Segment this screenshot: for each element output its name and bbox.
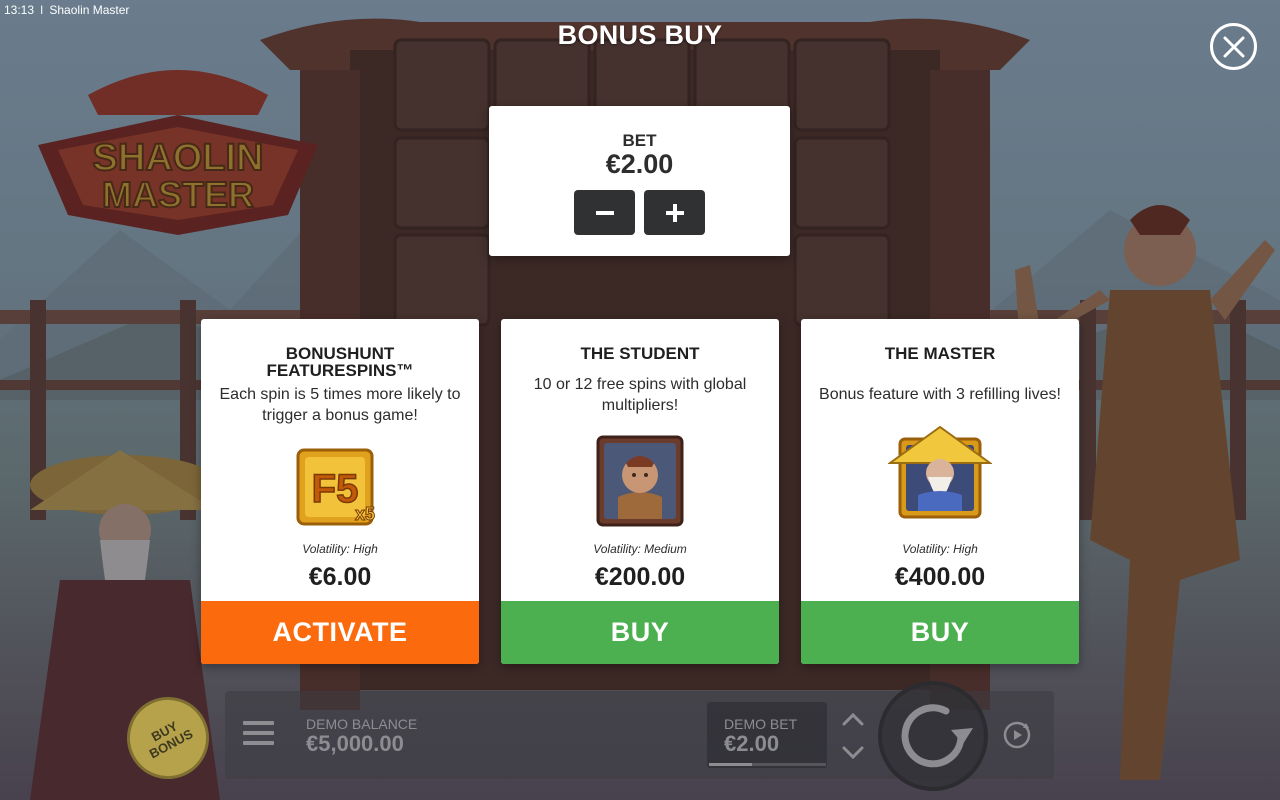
plus-icon: [665, 203, 684, 222]
card-title: THE STUDENT: [580, 344, 700, 363]
card-volatility: Volatility: High: [902, 542, 978, 556]
minus-icon: [595, 210, 614, 215]
bet-level-bar: [709, 763, 826, 766]
card-description: Bonus feature with 3 refilling lives!: [819, 386, 1061, 403]
card-title: THE MASTER: [884, 344, 996, 363]
spin-icon: [901, 704, 973, 768]
autoplay-icon[interactable]: [1000, 718, 1034, 752]
activate-button[interactable]: ACTIVATE: [201, 601, 479, 664]
card-price: €400.00: [894, 563, 986, 591]
status-bar: 13:13 I Shaolin Master: [4, 3, 129, 17]
bet-up-down-icon[interactable]: [840, 710, 866, 762]
bet-label: BET: [622, 131, 657, 150]
clock: 13:13: [4, 3, 35, 17]
card-price: €6.00: [308, 563, 372, 591]
f5-x5-icon: F5 x5: [201, 446, 479, 528]
menu-icon[interactable]: [243, 721, 274, 749]
card-volatility: Volatility: High: [302, 542, 378, 556]
bet-panel: BET €2.00: [489, 106, 790, 256]
close-icon: [1223, 36, 1244, 57]
bonus-card-master: THE MASTER Bonus feature with 3 refillin…: [801, 319, 1079, 664]
demo-bet-label: DEMO BET: [724, 716, 798, 732]
bet-level-fill: [709, 763, 753, 766]
status-separator: I: [40, 3, 44, 17]
demo-bet-value: €2.00: [724, 731, 780, 756]
bonus-card-bonushunt: BONUSHUNT FEATURESPINS™ Each spin is 5 t…: [201, 319, 479, 664]
demo-balance-value: €5,000.00: [306, 731, 404, 756]
page-title: BONUS BUY: [557, 20, 723, 50]
app-name: Shaolin Master: [49, 3, 130, 17]
bet-value: €2.00: [605, 149, 674, 179]
spin-button[interactable]: [878, 681, 988, 791]
master-portrait-icon: [801, 425, 1079, 519]
buy-master-button[interactable]: BUY: [801, 601, 1079, 664]
bonus-card-student: THE STUDENT 10 or 12 free spins with glo…: [501, 319, 779, 664]
demo-balance-label: DEMO BALANCE: [306, 716, 418, 732]
card-description: 10 or 12 free spins with global multipli…: [533, 376, 747, 414]
student-portrait-icon: [501, 435, 779, 527]
buy-student-button[interactable]: BUY: [501, 601, 779, 664]
card-price: €200.00: [594, 563, 686, 591]
bet-controls: [489, 190, 790, 235]
card-volatility: Volatility: Medium: [593, 542, 687, 556]
svg-text:F5: F5: [312, 467, 359, 511]
card-title: BONUSHUNT FEATURESPINS™: [266, 344, 414, 380]
svg-text:x5: x5: [355, 504, 375, 524]
close-button[interactable]: [1210, 23, 1257, 70]
card-description: Each spin is 5 times more likely to trig…: [219, 386, 461, 424]
bet-increase-button[interactable]: [644, 190, 705, 235]
bet-decrease-button[interactable]: [574, 190, 635, 235]
